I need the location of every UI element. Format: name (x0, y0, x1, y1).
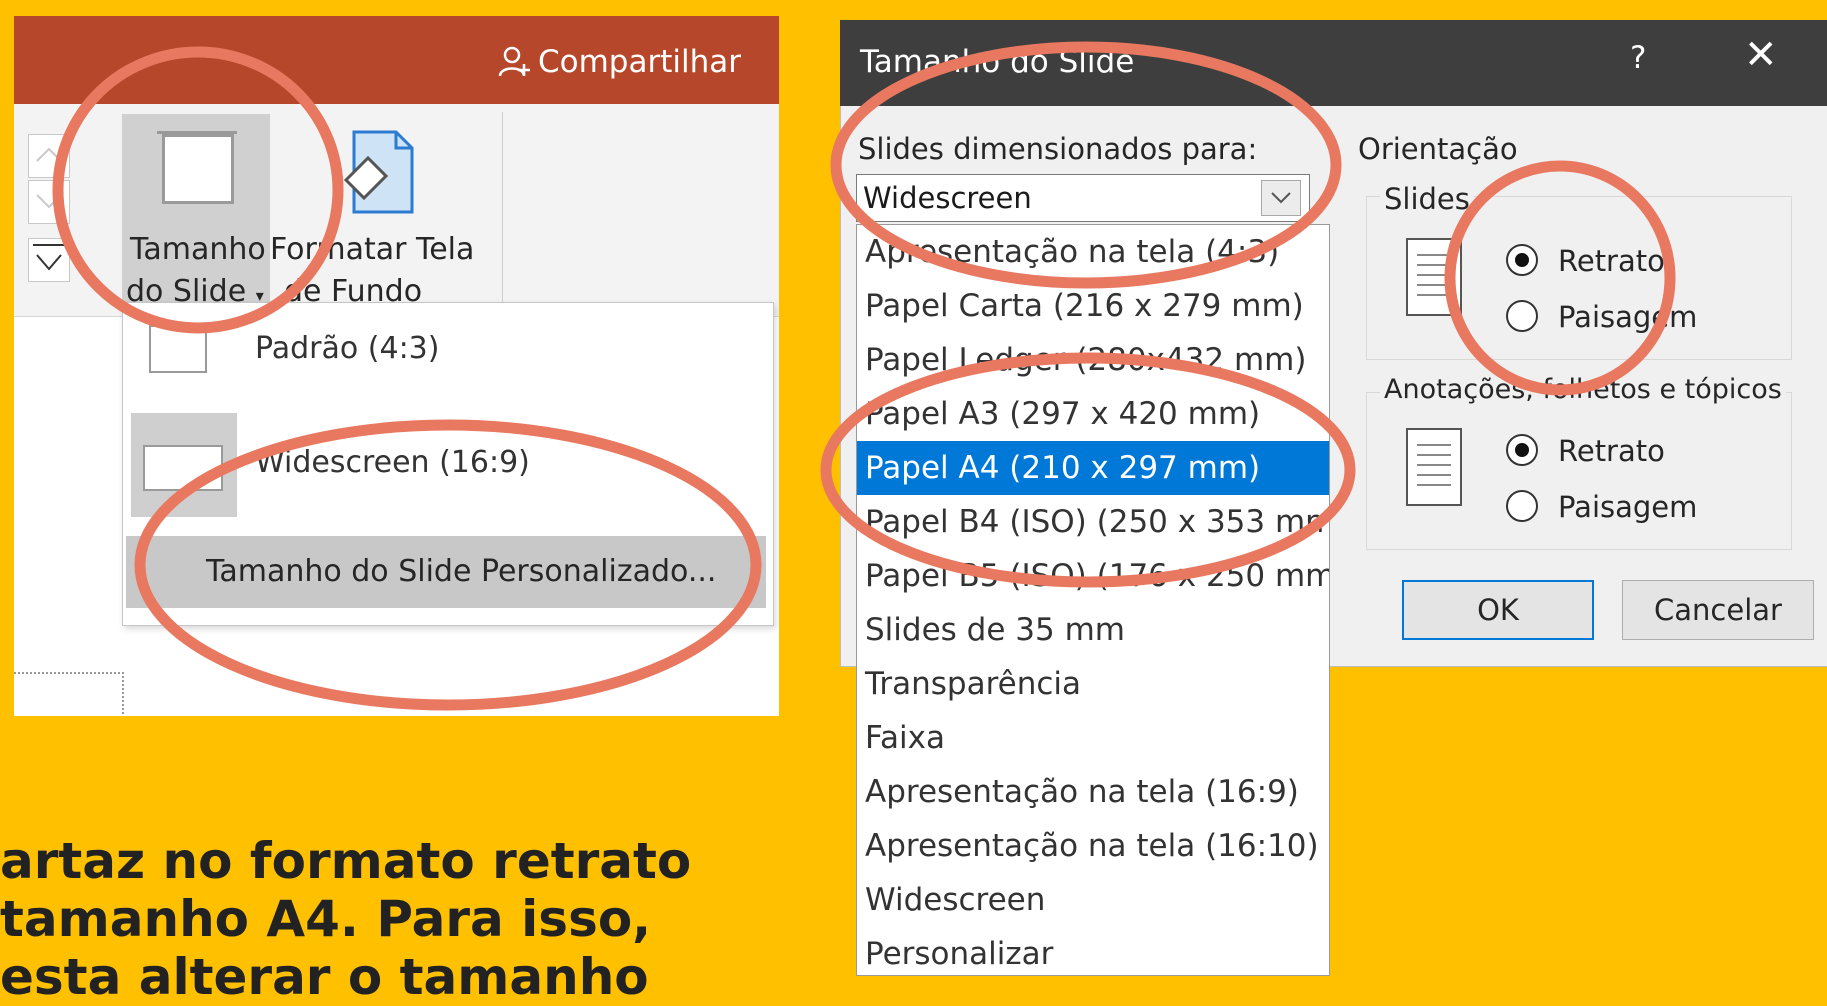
menu-item-label: Tamanho do Slide Personalizado... (206, 554, 717, 589)
caption-line: tamanho A4. Para isso, (0, 890, 652, 948)
slide-size-select[interactable]: Widescreen (856, 174, 1310, 222)
close-button[interactable]: ✕ (1744, 32, 1778, 78)
format-background-icon[interactable] (342, 128, 418, 222)
caption-line: esta alterar o tamanho (0, 948, 649, 1006)
size-option[interactable]: Faixa (857, 711, 1329, 765)
chevron-down-icon[interactable] (1261, 180, 1301, 216)
ribbon-divider (502, 112, 503, 302)
ribbon-panel: Compartilhar Tamanho do Slide ▾ Formatar… (14, 16, 779, 716)
notes-landscape-label: Paisagem (1558, 490, 1698, 524)
gallery-up-button[interactable] (28, 134, 70, 178)
share-label: Compartilhar (538, 44, 741, 80)
size-option[interactable]: Papel B4 (ISO) (250 x 353 mm) (857, 495, 1329, 549)
size-option[interactable]: Papel B5 (ISO) (176 x 250 mm) (857, 549, 1329, 603)
slides-portrait-radio[interactable] (1506, 244, 1538, 276)
chevron-down-icon (36, 194, 62, 209)
menu-item-label: Widescreen (16:9) (255, 445, 530, 480)
size-option[interactable]: Papel A3 (297 x 420 mm) (857, 387, 1329, 441)
caption-text: artaz no formato retrato tamanho A4. Par… (0, 832, 691, 1006)
cancel-button[interactable]: Cancelar (1622, 580, 1814, 640)
orientation-label: Orientação (1358, 132, 1518, 166)
size-option[interactable]: Slides de 35 mm (857, 603, 1329, 657)
dialog-title: Tamanho do Slide (860, 44, 1135, 80)
caption-line: artaz no formato retrato (0, 832, 692, 890)
notes-portrait-radio[interactable] (1506, 434, 1538, 466)
size-option[interactable]: Transparência (857, 657, 1329, 711)
gallery-down-button[interactable] (28, 180, 70, 224)
menu-item-standard[interactable]: Padrão (4:3) (123, 303, 773, 397)
size-option[interactable]: Apresentação na tela (16:10) (857, 819, 1329, 873)
size-option[interactable]: Papel Ledger (280x432 mm) (857, 333, 1329, 387)
sized-for-label: Slides dimensionados para: (858, 132, 1258, 166)
slides-landscape-radio[interactable] (1506, 300, 1538, 332)
size-option-selected[interactable]: Papel A4 (210 x 297 mm) (857, 441, 1329, 495)
menu-item-custom-size[interactable]: Tamanho do Slide Personalizado... (126, 536, 766, 608)
size-option[interactable]: Personalizar (857, 927, 1329, 975)
slides-group-label: Slides (1380, 182, 1474, 216)
size-option[interactable]: Widescreen (857, 873, 1329, 927)
slide-size-label-1: Tamanho (130, 232, 266, 267)
ok-button[interactable]: OK (1402, 580, 1594, 640)
chevron-up-icon (36, 147, 62, 162)
selected-size-value: Widescreen (863, 181, 1032, 215)
slides-portrait-label: Retrato (1558, 244, 1665, 278)
notes-group-label: Anotações, folhetos e tópicos (1380, 374, 1786, 405)
menu-item-label: Padrão (4:3) (255, 331, 440, 366)
size-option[interactable]: Apresentação na tela (16:9) (857, 765, 1329, 819)
share-button[interactable]: Compartilhar (496, 44, 741, 80)
notes-landscape-radio[interactable] (1506, 490, 1538, 522)
standard-slide-thumb-icon (149, 325, 207, 373)
share-person-icon (498, 46, 530, 77)
slide-size-icon (157, 131, 237, 204)
gallery-more-button[interactable] (28, 238, 70, 282)
slides-landscape-label: Paisagem (1558, 300, 1698, 334)
expand-gallery-icon (33, 244, 65, 271)
notes-portrait-label: Retrato (1558, 434, 1665, 468)
size-option[interactable]: Papel Carta (216 x 279 mm) (857, 279, 1329, 333)
notes-page-icon (1406, 428, 1462, 506)
size-option[interactable]: Apresentação na tela (4:3) (857, 225, 1329, 279)
placeholder-border (14, 672, 124, 716)
menu-item-widescreen[interactable]: Widescreen (16:9) (123, 413, 773, 517)
slide-size-options-list: Apresentação na tela (4:3) Papel Carta (… (856, 224, 1330, 976)
widescreen-slide-thumb-icon (143, 445, 223, 491)
format-background-label-1: Formatar Tela (270, 232, 475, 267)
slide-page-icon (1406, 238, 1462, 316)
help-button[interactable]: ? (1630, 40, 1646, 76)
